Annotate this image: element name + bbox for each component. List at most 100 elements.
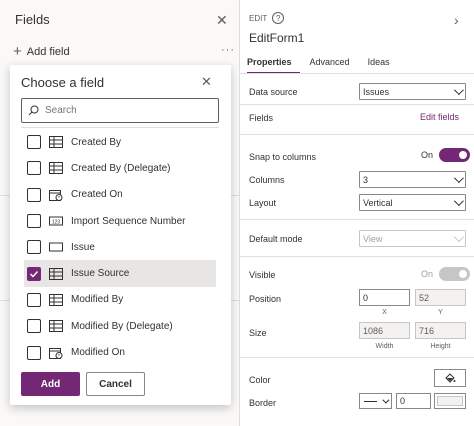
field-label: Issue Source	[71, 268, 130, 280]
tab-properties[interactable]: Properties	[247, 56, 300, 74]
field-list-item[interactable]: Created By	[24, 129, 216, 155]
color-label: Color	[249, 375, 271, 385]
add-field-button[interactable]: + Add field	[13, 44, 70, 59]
divider	[240, 219, 474, 220]
search-icon	[28, 105, 39, 116]
chevron-down-icon	[453, 85, 464, 96]
field-label: Import Sequence Number	[71, 215, 186, 227]
data-source-dropdown[interactable]: Issues	[359, 83, 466, 100]
field-checkbox[interactable]	[27, 161, 41, 176]
table-icon	[49, 320, 63, 333]
checkmark-icon	[30, 270, 39, 278]
position-label: Position	[249, 294, 282, 304]
field-list-item[interactable]: Created On	[24, 182, 216, 208]
field-checkbox[interactable]	[27, 214, 41, 229]
default-mode-dropdown[interactable]: View	[359, 230, 466, 247]
help-icon[interactable]: ?	[272, 12, 285, 24]
data-source-label: Data source	[249, 87, 298, 97]
chevron-right-icon[interactable]: ›	[454, 12, 459, 28]
position-y-input[interactable]: 52	[415, 289, 466, 306]
search-box[interactable]	[21, 98, 219, 123]
edit-fields-link[interactable]: Edit fields	[420, 112, 459, 122]
add-button[interactable]: Add	[21, 372, 80, 396]
more-options-icon[interactable]: ···	[221, 44, 235, 56]
default-mode-value: View	[363, 233, 383, 244]
columns-value: 3	[363, 174, 369, 185]
size-width-input[interactable]: 1086	[359, 322, 410, 339]
border-style-dropdown[interactable]	[359, 393, 392, 409]
toggle-switch[interactable]	[439, 267, 471, 281]
snap-to-columns-label: Snap to columns	[249, 152, 317, 162]
table-icon	[49, 293, 63, 306]
control-kind-label: EDIT	[249, 13, 268, 23]
visible-toggle[interactable]: On	[421, 267, 471, 281]
divider	[240, 256, 474, 257]
close-icon[interactable]: ✕	[216, 12, 228, 29]
plus-icon: +	[13, 43, 22, 60]
snap-to-columns-toggle[interactable]: On	[421, 148, 471, 162]
popup-title: Choose a field	[21, 75, 105, 90]
table-icon	[49, 162, 63, 175]
chevron-down-icon	[382, 396, 390, 404]
field-label: Issue	[71, 241, 95, 253]
field-list-item[interactable]: Created By (Delegate)	[24, 155, 216, 181]
field-list-item[interactable]: Issue Source	[24, 260, 216, 287]
paint-bucket-icon	[445, 373, 456, 383]
properties-pane: EDIT ? EditForm1 › Properties Advanced I…	[240, 0, 474, 426]
border-style-line	[364, 400, 378, 402]
field-label: Modified On	[71, 347, 125, 359]
field-list-item[interactable]: Modified By	[24, 287, 216, 313]
field-list-item[interactable]: Issue	[24, 234, 216, 260]
height-label: Height	[430, 343, 451, 350]
tab-advanced[interactable]: Advanced	[310, 56, 358, 74]
columns-dropdown[interactable]: 3	[359, 171, 466, 188]
divider	[240, 73, 474, 74]
control-kind: EDIT ?	[249, 12, 285, 24]
field-list: Created By Created By (Delegate) Created O…	[24, 129, 216, 366]
border-color-button[interactable]	[434, 393, 466, 409]
field-list-item[interactable]: Modified On	[24, 339, 216, 365]
size-height-input[interactable]: 716	[415, 322, 466, 339]
size-label: Size	[249, 328, 267, 338]
field-checkbox[interactable]	[27, 187, 41, 202]
divider	[240, 134, 474, 135]
property-tabs: Properties Advanced Ideas	[247, 56, 408, 74]
field-checkbox[interactable]	[27, 266, 41, 281]
calendar-clock-icon	[49, 347, 63, 359]
field-list-item[interactable]: 123 Import Sequence Number	[24, 208, 216, 234]
divider	[21, 127, 219, 128]
number-icon: 123	[49, 215, 63, 227]
tab-ideas[interactable]: Ideas	[368, 56, 398, 74]
choose-field-popup: Choose a field ✕ Created By Created By (D…	[10, 65, 231, 405]
layout-value: Vertical	[363, 197, 393, 208]
y-label: Y	[438, 309, 443, 316]
search-input[interactable]	[45, 105, 205, 116]
fields-pane-title: Fields	[15, 12, 50, 27]
toggle-switch[interactable]	[439, 148, 471, 162]
field-label: Modified By	[71, 294, 124, 306]
field-checkbox[interactable]	[27, 292, 41, 307]
border-label: Border	[249, 398, 277, 408]
layout-dropdown[interactable]: Vertical	[359, 194, 466, 211]
table-icon	[49, 267, 63, 280]
field-label: Created On	[71, 189, 123, 201]
field-checkbox[interactable]	[27, 240, 41, 255]
add-field-label: Add field	[26, 45, 70, 58]
field-checkbox[interactable]	[27, 345, 41, 360]
cancel-button[interactable]: Cancel	[86, 372, 145, 396]
field-list-item[interactable]: Modified By (Delegate)	[24, 313, 216, 339]
chevron-down-icon	[453, 196, 464, 207]
color-picker-button[interactable]	[434, 369, 466, 387]
control-name: EditForm1	[249, 31, 305, 45]
position-x-input[interactable]: 0	[359, 289, 410, 306]
close-icon[interactable]: ✕	[201, 74, 212, 90]
x-label: X	[382, 309, 387, 316]
svg-text:123: 123	[52, 220, 61, 226]
border-width-input[interactable]: 0	[396, 393, 431, 409]
field-label: Created By	[71, 136, 122, 148]
field-checkbox[interactable]	[27, 319, 41, 334]
fields-label: Fields	[249, 113, 274, 123]
chevron-down-icon	[453, 232, 464, 243]
default-mode-label: Default mode	[249, 234, 303, 244]
field-checkbox[interactable]	[27, 135, 41, 150]
